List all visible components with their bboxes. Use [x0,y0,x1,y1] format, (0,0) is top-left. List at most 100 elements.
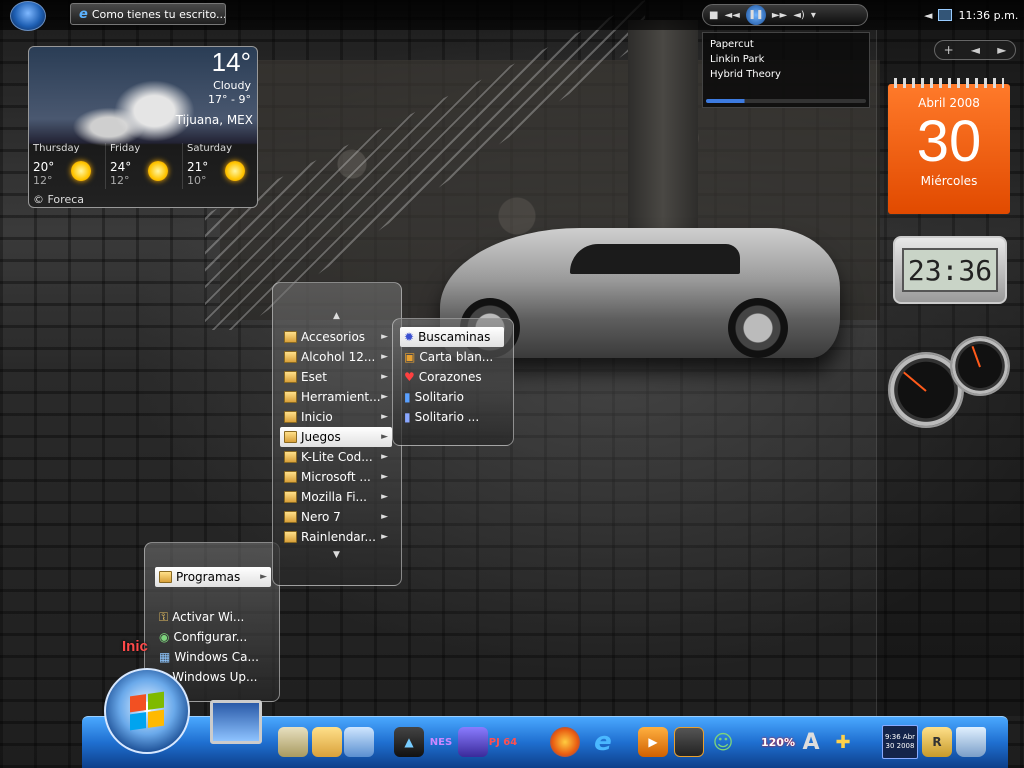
rainlendar-icon[interactable]: 9:36 Abr 30 2008 [882,725,918,759]
start-menu-item[interactable]: ▦ Windows Ca... [155,647,271,667]
folder-icon [284,431,297,443]
media-track: Papercut [710,39,754,50]
programs-menu-item[interactable]: Alcohol 12... ► [280,347,392,367]
submenu-arrow-icon: ► [381,512,388,522]
start-label: Inic [122,638,148,655]
calendar-gadget[interactable]: Abril 2008 30 Miércoles [888,78,1010,214]
start-menu-item[interactable]: ⚿ Activar Wi... [155,607,271,627]
programs-menu-item[interactable]: Rainlendar... ► [280,527,392,547]
submenu-arrow-icon: ► [381,432,388,442]
programs-menu-item[interactable]: Eset ► [280,367,392,387]
media-pause-button[interactable]: ❚❚ [745,5,766,25]
sunny-icon [225,161,245,181]
sunny-icon [71,161,91,181]
games-item-label: Solitario ... [414,410,480,424]
media-seek-bar[interactable] [706,99,866,103]
forecast-day-name: Thursday [33,143,80,154]
games-menu-item-selected[interactable]: ✹ Buscaminas [400,327,504,347]
start-button[interactable] [104,668,190,754]
submenu-arrow-icon: ► [381,392,388,402]
firefox-icon[interactable] [550,727,580,757]
taskbar-window-button[interactable]: e Como tienes tu escrito... [70,3,226,25]
programs-item-label: K-Lite Cod... [301,450,373,464]
tray-clock[interactable]: 11:36 p.m. [958,9,1018,22]
folder-icon [284,391,297,403]
programs-item-label: Rainlendar... [301,530,376,544]
project64-icon[interactable]: PJ 64 [488,727,518,757]
acrobat-icon[interactable]: 120% [758,727,798,757]
weather-city: Tijuana, MEX [175,113,253,127]
start-orb-top[interactable] [10,1,46,31]
programs-menu-item[interactable]: Microsoft ... ► [280,467,392,487]
gameboy-emulator-icon[interactable] [458,727,488,757]
calendar-rings [894,78,1004,88]
games-menu-item[interactable]: ▮ Solitario ... [400,407,504,427]
programs-menu-item[interactable]: Programas ► [155,567,271,587]
calendar-day: 30 [916,109,982,174]
games-item-label: Corazones [418,370,482,384]
tray-expand-icon[interactable]: ◄ [924,9,932,22]
digital-clock-gadget[interactable]: 23:36 [893,236,1007,304]
submenu-arrow-icon: ► [381,412,388,422]
documents-icon[interactable] [278,727,308,757]
avast-icon[interactable]: A [796,727,826,757]
programs-menu-item[interactable]: K-Lite Cod... ► [280,447,392,467]
sidebar-next-button[interactable]: ► [997,43,1006,57]
media-player-controls: ■ ◄◄ ❚❚ ►► ◄) ▾ [702,4,868,26]
programs-item-label: Mozilla Fi... [301,490,367,504]
scroll-down-icon[interactable]: ▼ [333,550,340,560]
media-stop-button[interactable]: ■ [709,10,718,21]
folder-icon [284,471,297,483]
programs-item-label: Alcohol 12... [301,350,376,364]
chevron-down-icon[interactable]: ▾ [811,10,816,21]
media-next-button[interactable]: ►► [772,10,787,21]
programs-menu-item[interactable]: Mozilla Fi... ► [280,487,392,507]
notepad-icon[interactable] [344,727,374,757]
recycle-bin-icon[interactable] [956,727,986,757]
network-icon[interactable] [938,9,953,21]
programs-menu-item[interactable]: Accesorios ► [280,327,392,347]
programs-menu-item[interactable]: Herramient... ► [280,387,392,407]
forecast-high: 20° [33,160,55,174]
games-menu-item[interactable]: ▣ Carta blan... [400,347,504,367]
film-editor-icon[interactable] [674,727,704,757]
programs-item-label: Inicio [301,410,333,424]
memory-meter-gauge[interactable] [950,336,1010,396]
messenger-icon[interactable]: ☺ [708,727,738,757]
gauge-needle [971,345,981,368]
weather-forecast: Thursday 20° 12° Friday 24° 12° Saturday… [29,143,259,189]
games-menu-item[interactable]: ▮ Solitario [400,387,504,407]
weather-gadget[interactable]: 14° Cloudy 17° - 9° Tijuana, MEX Thursda… [28,46,258,208]
programs-menu-item[interactable]: Inicio ► [280,407,392,427]
sidebar-prev-button[interactable]: ◄ [971,43,980,57]
start-menu-item[interactable]: ◉ Configurar... [155,627,271,647]
submenu-arrow-icon: ► [381,372,388,382]
scroll-up-icon[interactable]: ▲ [333,311,340,321]
programs-label: Programas [176,570,241,584]
folder-icon[interactable] [312,727,342,757]
winrar-icon[interactable]: R [922,727,952,757]
internet-explorer-icon[interactable]: e [588,727,618,757]
forecast-low: 10° [187,174,207,187]
folder-icon [284,451,297,463]
media-player-icon[interactable]: ▶ [638,727,668,757]
calendar-icon: ▦ [159,650,171,664]
alienware-icon[interactable]: ▲ [394,727,424,757]
folder-icon [284,511,297,523]
weather-credit[interactable]: © Foreca [33,193,84,206]
games-controller-icon[interactable]: ✚ [828,727,858,757]
add-gadget-button[interactable]: + [944,43,954,57]
volume-icon[interactable]: ◄) [793,10,805,21]
computer-icon[interactable] [210,700,262,744]
media-previous-button[interactable]: ◄◄ [724,10,739,21]
folder-icon [284,411,297,423]
games-menu-item[interactable]: ♥ Corazones [400,367,504,387]
programs-menu-item-selected[interactable]: Juegos ► [280,427,392,447]
programs-menu-item[interactable]: Nero 7 ► [280,507,392,527]
start-menu-item-label: Configurar... [173,630,248,644]
weather-range: 17° - 9° [208,93,251,106]
clock-display: 23:36 [902,248,998,292]
calendar-weekday: Miércoles [920,174,978,188]
sunny-icon [148,161,168,181]
nes-emulator-icon[interactable]: NES [426,727,456,757]
